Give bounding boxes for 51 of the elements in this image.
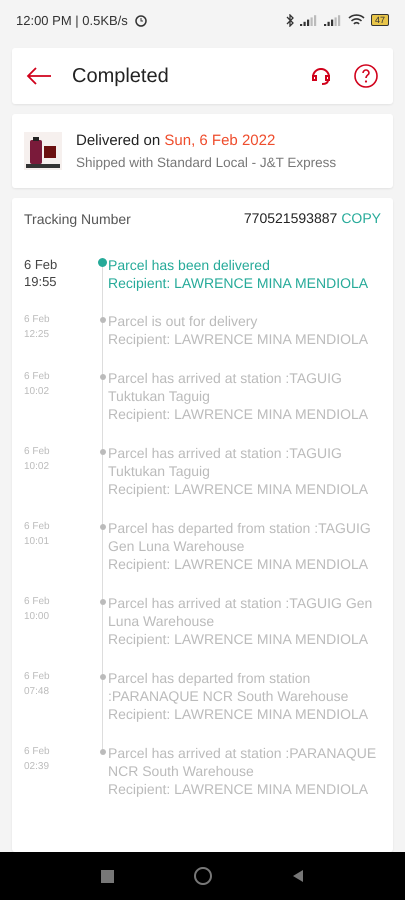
event-date: 6 Feb xyxy=(24,370,51,384)
page-title: Completed xyxy=(72,64,170,88)
event-time: 19:55 xyxy=(24,273,58,290)
event-title: Parcel has arrived at station :TAGUIG Tuktukan Taguig xyxy=(108,369,343,405)
copy-button[interactable]: COPY xyxy=(341,210,381,226)
event-recipient: Recipient: LAWRENCE MINA MENDIOLA xyxy=(108,274,370,292)
event-recipient: Recipient: LAWRENCE MINA MENDIOLA xyxy=(108,705,370,723)
help-icon[interactable] xyxy=(353,63,379,89)
event-time: 12:25 xyxy=(24,328,50,342)
delivery-date: Delivered on Sun, 6 Feb 2022 xyxy=(76,132,276,149)
back-button[interactable] xyxy=(26,66,52,86)
event-recipient: Recipient: LAWRENCE MINA MENDIOLA xyxy=(108,630,370,648)
carrier-info: Shipped with Standard Local - J&T Express xyxy=(76,155,336,170)
event-date: 6 Feb xyxy=(24,670,51,684)
event-date: 6 Feb xyxy=(24,445,51,459)
event-time: 10:00 xyxy=(24,610,50,624)
event-time: 10:02 xyxy=(24,385,50,399)
status-time: 12:00 PM | 0.5KB/s xyxy=(16,12,128,28)
event-recipient: Recipient: LAWRENCE MINA MENDIOLA xyxy=(108,480,370,498)
tracking-label: Tracking Number xyxy=(24,211,131,227)
event-title: Parcel has departed from station :TAGUIG Gen Luna Warehouse xyxy=(108,519,372,555)
event-title: Parcel has arrived at station :TAGUIG Tuktukan Taguig xyxy=(108,444,343,480)
wifi-icon xyxy=(348,14,365,26)
product-thumbnail xyxy=(24,132,62,170)
event-title: Parcel is out for delivery xyxy=(108,312,258,330)
event-time: 07:48 xyxy=(24,685,50,699)
alarm-icon xyxy=(134,13,148,27)
event-date: 6 Feb xyxy=(24,313,51,327)
signal-icon xyxy=(324,14,342,26)
event-recipient: Recipient: LAWRENCE MINA MENDIOLA xyxy=(108,780,370,798)
back-icon[interactable] xyxy=(292,869,304,883)
signal-icon xyxy=(300,14,318,26)
event-date: 6 Feb xyxy=(24,256,58,273)
event-title: Parcel has been delivered xyxy=(108,256,271,274)
event-date: 6 Feb xyxy=(24,520,51,534)
event-recipient: Recipient: LAWRENCE MINA MENDIOLA xyxy=(108,405,370,423)
tracking-number: 770521593887 xyxy=(244,210,338,226)
event-recipient: Recipient: LAWRENCE MINA MENDIOLA xyxy=(108,555,370,573)
event-title: Parcel has departed from station :PARANAQUE NCR South Warehouse xyxy=(108,669,350,705)
recents-icon[interactable] xyxy=(101,870,114,882)
event-title: Parcel has arrived at station :PARANAQUE NCR South Warehouse xyxy=(108,744,378,780)
battery-level: 47 xyxy=(370,14,389,26)
bluetooth-icon xyxy=(286,14,294,26)
event-time: 10:01 xyxy=(24,535,50,549)
home-icon[interactable] xyxy=(194,867,212,885)
event-date: 6 Feb xyxy=(24,595,51,609)
event-time: 10:02 xyxy=(24,460,50,474)
event-date: 6 Feb xyxy=(24,745,51,759)
event-title: Parcel has arrived at station :TAGUIG Gen Luna Warehouse xyxy=(108,594,374,630)
event-recipient: Recipient: LAWRENCE MINA MENDIOLA xyxy=(108,330,370,348)
event-time: 02:39 xyxy=(24,760,50,774)
